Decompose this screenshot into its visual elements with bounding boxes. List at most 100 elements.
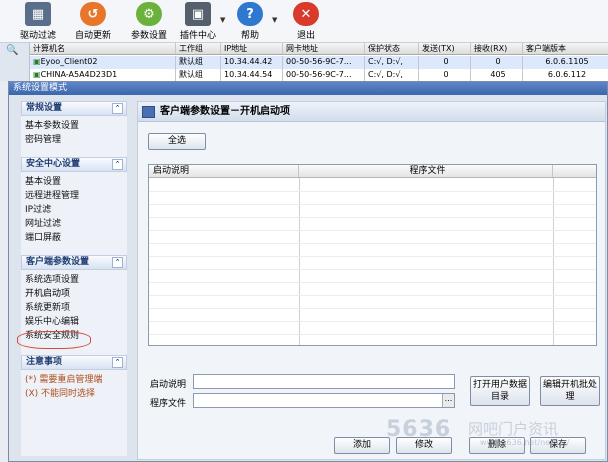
section-security-title: 安全中心设置 [26, 159, 81, 169]
nav-basic-params[interactable]: 基本参数设置 [25, 119, 127, 133]
browse-button[interactable]: ... [442, 394, 454, 407]
cell-version: 6.0.6.1105 [545, 57, 589, 66]
add-button[interactable]: 添加 [334, 437, 390, 454]
section-general[interactable]: 常规设置 ⌃ [21, 101, 127, 116]
section-general-items: 基本参数设置 密码管理 [21, 116, 127, 151]
section-security[interactable]: 安全中心设置 ⌃ [21, 157, 127, 172]
cell-rx: 0 [471, 56, 523, 69]
section-notes[interactable]: 注意事项 ⌃ [21, 355, 127, 370]
grid-row-line [149, 204, 596, 205]
dialog-title[interactable]: 系统设置模式 [9, 82, 607, 95]
nav-basic-settings[interactable]: 基本设置 [25, 175, 127, 189]
startup-desc-label: 启动说明 [150, 380, 187, 390]
nav-url-filter[interactable]: 网址过滤 [25, 217, 127, 231]
computer-name-text: Eyoo_Client02 [40, 57, 98, 66]
search-icon[interactable]: 🔍 [6, 45, 18, 56]
grid-row-line [149, 217, 596, 218]
grid-row-line [149, 334, 596, 335]
main-toolbar: ▦ 驱动过滤 ↺ 自动更新 ⚙ 参数设置 ▣ 插件中心 ▼ ? 帮助 ▼ ✕ 退… [0, 0, 608, 43]
collapse-icon[interactable]: ⌃ [112, 159, 123, 170]
section-client[interactable]: 客户端参数设置 ⌃ [21, 255, 127, 270]
col-workgroup[interactable]: 工作组 [176, 43, 221, 54]
cell-mac: 00-50-56-9C-7... [283, 56, 365, 69]
col-startup-desc[interactable]: 启动说明 [149, 165, 299, 177]
grid-row-line [149, 230, 596, 231]
auto-update-button[interactable]: ↺ 自动更新 [71, 2, 115, 41]
section-notes-title: 注意事项 [26, 357, 63, 367]
grid-row-line [149, 256, 596, 257]
nav-ip-filter[interactable]: IP过滤 [25, 203, 127, 217]
cell-ip: 10.34.44.42 [221, 56, 283, 69]
grid-row-line [149, 243, 596, 244]
grid-row-line [149, 191, 596, 192]
section-security-items: 基本设置 远程进程管理 IP过滤 网址过滤 端口屏蔽 [21, 172, 127, 249]
client-table-header: 计算机名 工作组 IP地址 网卡地址 保护状态 发送(TX) 接收(RX) 客户… [30, 43, 608, 55]
driver-filter-label: 驱动过滤 [19, 31, 56, 41]
driver-filter-button[interactable]: ▦ 驱动过滤 [16, 2, 60, 41]
collapse-icon[interactable]: ⌃ [112, 357, 123, 368]
collapse-icon[interactable]: ⌃ [112, 103, 123, 114]
nav-password[interactable]: 密码管理 [25, 133, 127, 147]
grid-row-line [149, 269, 596, 270]
computer-name-text: CHINA-A5A4D23D1 [40, 70, 118, 79]
grid-row-line [149, 321, 596, 322]
highlight-circle [17, 331, 91, 349]
exit-label: 退出 [296, 31, 315, 41]
panel-title-text: 客户端参数设置－开机启动项 [160, 106, 290, 117]
client-table: 🔍 计算机名 工作组 IP地址 网卡地址 保护状态 发送(TX) 接收(RX) … [0, 43, 608, 82]
cell-computer-name: ▣Eyoo_Client02 [30, 56, 176, 69]
edit-startup-batch-button[interactable]: 编辑开机批处理 [540, 376, 600, 406]
col-ip[interactable]: IP地址 [221, 43, 283, 54]
nav-entertainment-edit[interactable]: 娱乐中心编辑 [25, 315, 127, 329]
cell-workgroup: 默认组 [176, 56, 221, 69]
panel-window-icon [142, 106, 155, 118]
watermark-brand: 5636 [386, 417, 452, 442]
computer-icon: ▣ [33, 57, 41, 66]
startup-items-panel: 客户端参数设置－开机启动项 全选 启动说明 程序文件 启动说明 程序文件 ...… [137, 101, 606, 460]
plugin-center-label: 插件中心 [179, 31, 216, 41]
settings-nav: 常规设置 ⌃ 基本参数设置 密码管理 安全中心设置 ⌃ 基本设置 远程进程管理 … [17, 101, 127, 456]
help-button[interactable]: ? 帮助 [228, 2, 272, 41]
nav-port-block[interactable]: 端口屏蔽 [25, 231, 127, 245]
auto-update-label: 自动更新 [74, 31, 111, 41]
watermark-text: 网吧门户资讯 [468, 420, 559, 438]
col-version[interactable]: 客户端版本 [523, 43, 608, 54]
select-all-button[interactable]: 全选 [148, 133, 206, 150]
col-program-file[interactable]: 程序文件 [299, 165, 553, 177]
nav-startup-items[interactable]: 开机启动项 [25, 287, 127, 301]
help-label: 帮助 [240, 31, 259, 41]
help-dropdown-arrow-icon[interactable]: ▼ [272, 16, 277, 24]
note-restart: (*) 需要重启管理端 [25, 375, 103, 385]
collapse-icon[interactable]: ⌃ [112, 257, 123, 268]
startup-desc-input[interactable] [193, 374, 455, 389]
col-rx[interactable]: 接收(RX) [471, 43, 523, 54]
nav-system-updates[interactable]: 系统更新项 [25, 301, 127, 315]
system-settings-dialog: 系统设置模式 常规设置 ⌃ 基本参数设置 密码管理 安全中心设置 ⌃ 基本设置 … [8, 81, 608, 462]
program-file-input[interactable]: ... [193, 393, 455, 408]
grid-row-line [149, 282, 596, 283]
cell-protect: C:√, D:√, [365, 56, 419, 69]
plugin-dropdown-arrow-icon[interactable]: ▼ [220, 16, 225, 24]
exit-button[interactable]: ✕ 退出 [284, 2, 328, 41]
table-row[interactable]: ▣Eyoo_Client02 默认组 10.34.44.42 00-50-56-… [30, 56, 608, 69]
settings-button[interactable]: ⚙ 参数设置 [127, 2, 171, 41]
help-icon: ? [237, 2, 263, 26]
plugin-center-button[interactable]: ▣ 插件中心 [176, 2, 220, 41]
col-mac[interactable]: 网卡地址 [283, 43, 365, 54]
col-tx[interactable]: 发送(TX) [419, 43, 471, 54]
section-general-title: 常规设置 [26, 103, 63, 113]
exit-icon: ✕ [293, 2, 319, 26]
note-exclusive: (X) 不能同时选择 [25, 389, 96, 399]
cell-tx: 0 [419, 56, 471, 69]
col-computer-name[interactable]: 计算机名 [30, 43, 176, 54]
watermark-url: www.5636.net/netbar/ [480, 438, 570, 447]
nav-remote-process[interactable]: 远程进程管理 [25, 189, 127, 203]
nav-system-options[interactable]: 系统选项设置 [25, 273, 127, 287]
open-user-data-dir-button[interactable]: 打开用户数据目录 [470, 376, 530, 406]
section-notes-items: (*) 需要重启管理端 (X) 不能同时选择 [21, 370, 127, 405]
col-protect-status[interactable]: 保护状态 [365, 43, 419, 54]
computer-icon: ▣ [33, 70, 41, 79]
grid-row-line [149, 295, 596, 296]
section-client-title: 客户端参数设置 [26, 257, 90, 267]
grid-header: 启动说明 程序文件 [149, 165, 596, 178]
